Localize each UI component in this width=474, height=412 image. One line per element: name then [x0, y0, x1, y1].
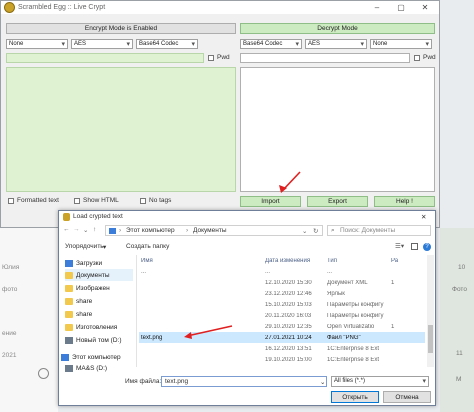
annotation-overlay: [184, 171, 301, 339]
file-annotation-arrow: [186, 325, 233, 337]
import-annotation-arrow: [282, 171, 301, 191]
file-arrowhead: [184, 332, 192, 339]
